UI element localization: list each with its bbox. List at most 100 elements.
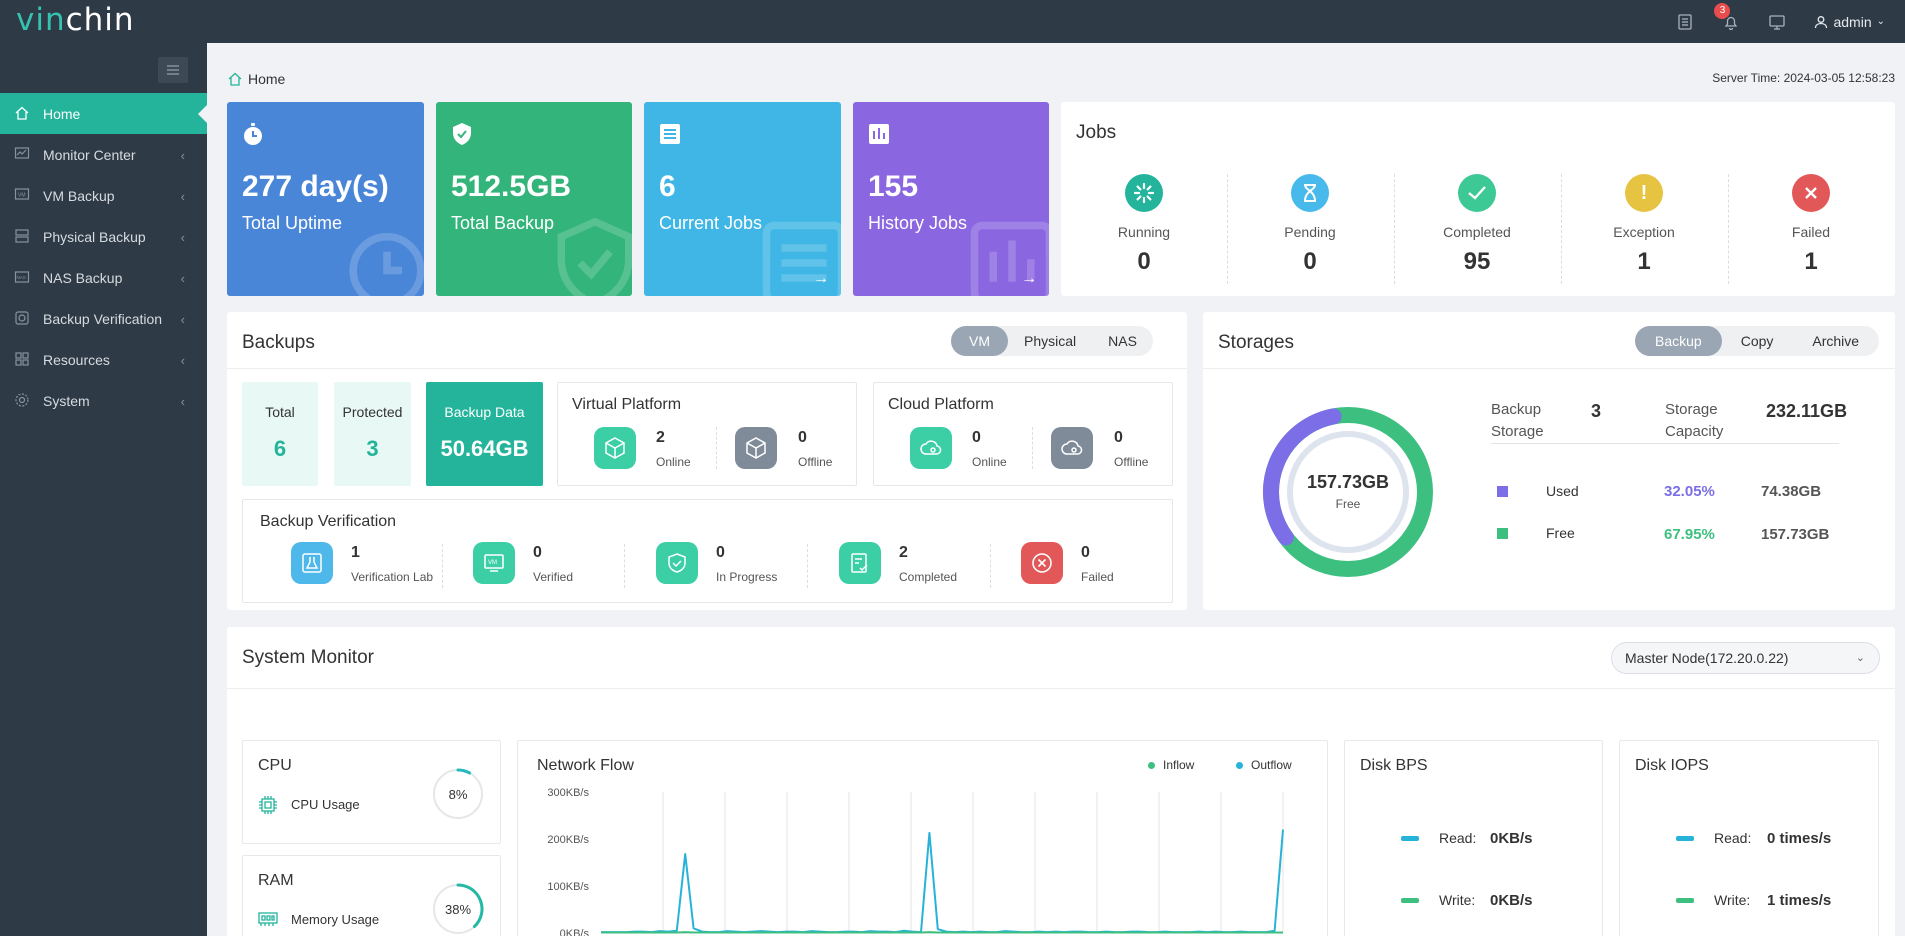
vinchin-logo[interactable]: vinchin [16, 2, 135, 38]
history-jobs-label: History Jobs [868, 213, 968, 233]
write-indicator [1401, 898, 1419, 903]
cloud-platform-box: Cloud Platform 0 Online 0 Offline [873, 382, 1173, 486]
sidebar-item-vm-backup[interactable]: VM VM Backup ‹ [0, 175, 207, 216]
backups-title: Backups [242, 332, 315, 353]
arrow-right-icon[interactable]: → [1021, 270, 1037, 288]
job-pending[interactable]: Pending 0 [1227, 174, 1393, 294]
y-tick-label: 100KB/s [547, 881, 589, 893]
y-tick-label: 300KB/s [547, 787, 589, 799]
chevron-left-icon: ‹ [180, 230, 185, 245]
flask-icon[interactable] [291, 542, 333, 584]
free-label: Free [1546, 525, 1575, 541]
bar-chart-icon [869, 124, 889, 144]
home-icon [228, 72, 242, 86]
chevron-left-icon: ‹ [180, 271, 185, 286]
read-indicator [1401, 836, 1419, 841]
jobs-title: Jobs [1076, 122, 1117, 143]
free-legend-swatch [1497, 528, 1508, 539]
cpu-chip-icon [259, 796, 277, 814]
uptime-value: 277 day(s) [242, 170, 389, 203]
failed-circle-icon[interactable] [1021, 542, 1063, 584]
home-icon [14, 105, 32, 123]
cloud-icon [910, 427, 952, 469]
current-jobs-card[interactable]: 6 Current Jobs → [644, 102, 841, 296]
breadcrumb: Home [227, 71, 285, 87]
hamburger-icon [167, 65, 179, 75]
current-jobs-value: 6 [659, 170, 676, 203]
shield-watermark-icon [557, 218, 632, 296]
legend-inflow[interactable]: Inflow [1148, 758, 1194, 772]
close-icon [1792, 174, 1830, 212]
network-flow-card: Network Flow Inflow Outflow 300KB/s 200KB… [517, 740, 1328, 936]
legend-outflow[interactable]: Outflow [1236, 758, 1292, 772]
chevron-left-icon: ‹ [180, 353, 185, 368]
vm-icon: VM [14, 187, 32, 205]
server-time: Server Time: 2024-03-05 12:58:23 [1712, 71, 1895, 85]
task-list-icon[interactable] [1676, 13, 1694, 31]
arrow-right-icon[interactable]: → [813, 270, 829, 288]
sidebar-item-system[interactable]: System ‹ [0, 380, 207, 421]
svg-text:VM: VM [488, 560, 497, 566]
gear-icon [14, 392, 32, 410]
sidebar-item-nas-backup[interactable]: NAS NAS Backup ‹ [0, 257, 207, 298]
tab-physical[interactable]: Physical [1008, 326, 1092, 356]
free-size: 157.73GB [1761, 526, 1830, 543]
protected-box: Protected 3 [334, 382, 411, 486]
tab-archive[interactable]: Archive [1792, 326, 1879, 356]
y-tick-label: 200KB/s [547, 834, 589, 846]
job-failed[interactable]: Failed 1 [1728, 174, 1894, 294]
job-exception[interactable]: ! Exception 1 [1561, 174, 1727, 294]
check-icon [1458, 174, 1496, 212]
menu-toggle-button[interactable] [158, 57, 188, 83]
capacity-value: 232.11GB [1766, 401, 1848, 421]
sidebar-item-resources[interactable]: Resources ‹ [0, 339, 207, 380]
capacity-label: Storage Capacity [1665, 401, 1724, 440]
backups-panel: Backups VM Physical NAS Total 6 Protecte… [227, 312, 1187, 610]
storages-panel: Storages Backup Copy Archive 157.73GB Fr… [1203, 312, 1895, 610]
used-size: 74.38GB [1761, 483, 1822, 500]
series-line-outflow [601, 829, 1284, 934]
node-select[interactable]: Master Node(172.20.0.22) ⌄ [1611, 642, 1880, 674]
used-legend-swatch [1497, 486, 1508, 497]
completed-doc-icon[interactable] [839, 542, 881, 584]
cube-icon [594, 427, 636, 469]
total-backup-card: 512.5GB Total Backup [436, 102, 632, 296]
job-completed[interactable]: Completed 95 [1394, 174, 1560, 294]
jobs-panel: Jobs Running 0 Pending 0 Completed 95 ! [1061, 102, 1895, 296]
history-jobs-card[interactable]: 155 History Jobs → [853, 102, 1049, 296]
used-label: Used [1546, 483, 1579, 499]
donut-center-value: 157.73GB [1306, 472, 1390, 492]
breadcrumb-home[interactable]: Home [248, 71, 285, 87]
display-icon[interactable] [1768, 13, 1786, 31]
in-progress-icon[interactable] [656, 542, 698, 584]
tab-backup[interactable]: Backup [1635, 326, 1722, 356]
sidebar-item-monitor-center[interactable]: Monitor Center ‹ [0, 134, 207, 175]
uptime-label: Total Uptime [242, 213, 343, 233]
tab-vm[interactable]: VM [951, 326, 1008, 356]
tab-nas[interactable]: NAS [1092, 326, 1153, 356]
job-running[interactable]: Running 0 [1061, 174, 1227, 294]
sidebar-item-home[interactable]: Home [0, 93, 207, 134]
chevron-down-icon: ⌄ [1876, 16, 1885, 27]
user-name: admin [1833, 13, 1872, 30]
tab-copy[interactable]: Copy [1722, 326, 1793, 356]
backup-type-tabs: VM Physical NAS [951, 326, 1153, 356]
notification-badge: 3 [1714, 2, 1731, 19]
chevron-left-icon: ‹ [180, 312, 185, 327]
sidebar-item-physical-backup[interactable]: Physical Backup ‹ [0, 216, 207, 257]
uptime-card: 277 day(s) Total Uptime [227, 102, 424, 296]
free-percent: 67.95% [1664, 526, 1715, 543]
backup-data-box: Backup Data 50.64GB [426, 382, 543, 486]
list-icon [660, 124, 680, 144]
bell-icon[interactable]: 3 [1714, 2, 1740, 31]
backup-verification-box: Backup Verification 1 Verification Lab V… [242, 499, 1173, 603]
user-menu[interactable]: admin ⌄ [1814, 14, 1885, 30]
used-percent: 32.05% [1664, 483, 1715, 500]
monitor-icon [14, 146, 32, 164]
user-icon [1815, 15, 1828, 28]
vm-verified-icon[interactable]: VM [473, 542, 515, 584]
sidebar-item-backup-verification[interactable]: Backup Verification ‹ [0, 298, 207, 339]
hourglass-icon [1291, 174, 1329, 212]
stopwatch-icon [244, 123, 262, 145]
nas-icon: NAS [14, 269, 32, 287]
